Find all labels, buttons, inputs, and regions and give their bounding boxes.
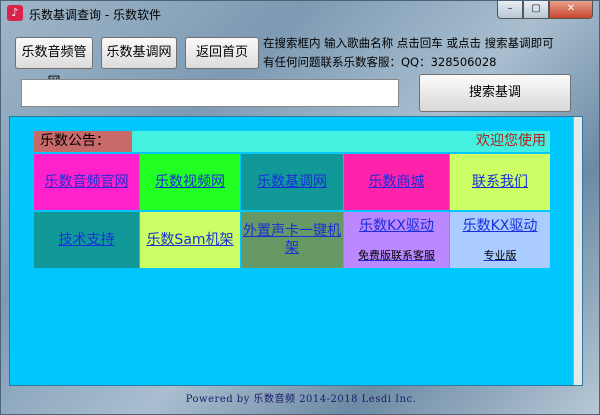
link-tile-label: 乐数Sam机架: [146, 231, 234, 248]
search-input[interactable]: [21, 79, 399, 107]
link-tile-label: 技术支持: [58, 231, 115, 248]
link-tile-sublabel: 专业版: [483, 248, 517, 262]
link-tile-label: 乐数KX驱动: [462, 217, 538, 234]
link-tile[interactable]: 乐数KX驱动 专业版: [450, 212, 550, 268]
vertical-scrollbar[interactable]: [573, 117, 582, 385]
search-hint-line2: 有任何问题联系乐数客服：QQ：328506028: [263, 55, 497, 69]
search-hint-line1: 在搜索框内 输入歌曲名称 点击回车 或点击 搜索基调即可: [263, 36, 554, 50]
home-button[interactable]: 返回首页: [185, 37, 259, 69]
link-tile-label: 乐数音频官网: [44, 173, 129, 190]
link-tile[interactable]: 乐数视频网: [140, 154, 240, 210]
music-site-button[interactable]: 乐数音频管网: [15, 37, 93, 90]
link-tile[interactable]: 乐数KX驱动 免费版联系客服: [344, 212, 449, 268]
link-tile-label: 乐数视频网: [155, 173, 225, 190]
close-button[interactable]: ✕: [549, 1, 593, 19]
link-tile[interactable]: 乐数商城: [344, 154, 449, 210]
footer-credit: Powered by 乐数音频 2014-2018 Lesdi Inc.: [185, 394, 417, 405]
window-title: 乐数基调查询 - 乐数软件: [29, 8, 161, 22]
maximize-button[interactable]: ▢: [523, 1, 549, 19]
music-note-icon: ♪: [7, 5, 23, 21]
link-tile[interactable]: 乐数音频官网: [34, 154, 139, 210]
link-tile-label: 乐数基调网: [257, 173, 327, 190]
link-tile-label: 乐数商城: [368, 173, 425, 190]
link-tile-label: 外置声卡一键机架: [243, 223, 341, 256]
link-tile-label: 乐数KX驱动: [359, 217, 434, 234]
link-tile-label: 联系我们: [472, 173, 528, 190]
notice-label: 乐数公告：: [34, 131, 132, 152]
link-tile[interactable]: 外置声卡一键机架: [241, 212, 343, 268]
link-tile[interactable]: 乐数Sam机架: [140, 212, 240, 268]
link-tile[interactable]: 乐数基调网: [241, 154, 343, 210]
notice-text: 欢迎您使用: [132, 131, 550, 152]
link-tile[interactable]: 技术支持: [34, 212, 139, 268]
link-tile-sublabel: 免费版联系客服: [358, 248, 435, 262]
minimize-button[interactable]: –: [497, 1, 523, 19]
title-bar[interactable]: ♪ 乐数基调查询 - 乐数软件 – ▢ ✕: [1, 1, 599, 27]
window-controls: – ▢ ✕: [497, 1, 593, 19]
app-window: ♪ 乐数基调查询 - 乐数软件 – ▢ ✕ 乐数音频管网 乐数基调网 返回首页 …: [0, 0, 600, 415]
link-tile[interactable]: 联系我们: [450, 154, 550, 210]
search-key-button[interactable]: 搜索基调: [419, 74, 571, 112]
key-site-button[interactable]: 乐数基调网: [101, 37, 177, 69]
